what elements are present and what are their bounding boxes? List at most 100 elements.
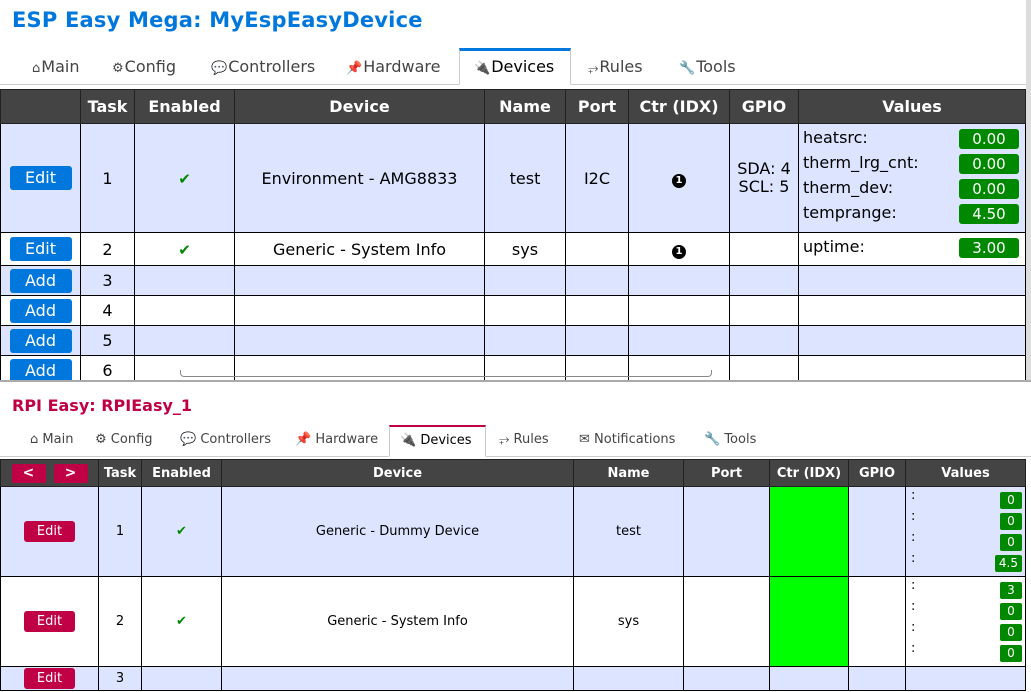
edit-button[interactable]: Edit [24,521,75,542]
pushpin-icon: 📌 [346,61,363,76]
enabled-cell: ✔ [134,232,235,266]
horizontal-scroll-track[interactable] [180,370,712,377]
edit-button[interactable]: Edit [9,237,72,261]
tab-hardware[interactable]: 📌 Hardware [285,425,388,456]
edit-button[interactable]: Edit [24,668,75,689]
tab-rules[interactable]: ⥅ Rules [489,425,559,456]
device-cell: Generic - System Info [234,232,485,266]
value-name: : [911,488,916,503]
check-icon: ✔ [176,614,187,629]
tab-label: Rules [513,432,549,447]
home-icon: ⌂ [32,61,41,76]
gpio-scl: SCL: 5 [738,177,790,196]
tab-label: Devices [420,433,472,448]
action-cell: Add [0,295,81,326]
tab-label: Config [110,432,153,447]
value-badge: 4.5 [994,555,1022,572]
edit-button[interactable]: Edit [9,166,72,190]
port-cell: I2C [565,123,629,233]
add-button[interactable]: Add [9,268,72,293]
value-row: :0 [909,488,1022,509]
value-row: :0 [909,599,1022,620]
add-button[interactable]: Add [9,298,72,323]
value-row: :0 [909,530,1022,551]
table-row: Edit 2 ✔ Generic - System Info sys :3 :0… [0,576,1026,667]
value-name: : [911,599,916,614]
tab-tools[interactable]: 🔧Tools [665,48,750,84]
action-cell: Add [0,265,81,296]
column-header-name: Name [484,89,566,124]
tab-hardware[interactable]: 📌Hardware [332,48,454,84]
name-cell: test [573,486,684,577]
table-row: Add 3 [0,265,1026,296]
tab-controllers[interactable]: 💬Controllers [197,48,329,84]
tab-config[interactable]: ⚙Config [98,48,190,84]
add-button[interactable]: Add [9,328,72,353]
task-cell: 2 [98,576,142,667]
tab-notifications[interactable]: ✉ Notifications [569,425,685,456]
edit-button[interactable]: Edit [24,611,75,632]
speech-bubble-icon: 💬 [180,432,197,447]
tab-label: Controllers [228,57,316,76]
column-header-ctr: Ctr (IDX) [769,459,849,487]
tab-label: Hardware [363,57,441,76]
port-cell [683,576,770,667]
port-cell [565,232,629,266]
tab-devices[interactable]: 🔌Devices [459,48,571,85]
value-badge: 0 [1000,645,1022,662]
tab-label: Devices [491,57,555,76]
gpio-cell [848,576,906,667]
gpio-cell [848,486,906,577]
value-name: therm_dev: [803,178,894,197]
envelope-icon: ✉ [579,432,590,447]
value-name: : [911,509,916,524]
tab-main[interactable]: ⌂ Main [20,425,83,456]
tab-devices[interactable]: 🔌 Devices [389,425,486,457]
pager-cell: < > [0,459,99,487]
ctr-cell [769,576,849,667]
value-row: therm_dev: 0.00 [803,176,1021,201]
gear-icon: ⚙ [95,432,107,447]
ctr-cell: 1 [628,232,730,266]
tab-config[interactable]: ⚙ Config [85,425,163,456]
table-row: Add 4 [0,295,1026,326]
value-row: :3 [909,578,1022,599]
value-name: uptime: [803,237,865,256]
value-name: therm_lrg_cnt: [803,153,919,172]
name-cell: test [484,123,566,233]
vertical-scrollbar[interactable] [1026,0,1031,380]
value-badge: 0 [1000,534,1022,551]
tab-label: Config [124,57,176,76]
home-icon: ⌂ [30,432,39,447]
tab-main[interactable]: ⌂Main [18,48,93,84]
rpi-tab-bar: ⌂ Main ⚙ Config 💬 Controllers 📌 Hardware… [0,425,1031,457]
column-header-task: Task [98,459,142,487]
arrow-icon: ⥅ [588,61,599,76]
table-row: Edit 1 ✔ Environment - AMG8833 test I2C … [0,123,1026,233]
wrench-icon: 🔧 [679,61,696,76]
tab-label: Main [41,57,80,76]
action-cell: Edit [0,486,99,577]
plug-icon: 🔌 [474,61,491,76]
value-badge: 0.00 [959,154,1019,174]
tab-controllers[interactable]: 💬 Controllers [170,425,281,456]
prev-page-button[interactable]: < [11,463,46,483]
enabled-cell: ✔ [141,486,222,577]
column-header-gpio: GPIO [848,459,906,487]
tab-rules[interactable]: ⥅Rules [574,48,657,84]
add-button[interactable]: Add [9,358,72,380]
tab-label: Tools [724,432,757,447]
ctr-cell: 1 [628,123,730,233]
page-title: ESP Easy Mega: MyEspEasyDevice [12,8,423,32]
value-badge: 0 [1000,513,1022,530]
value-badge: 4.50 [959,204,1019,224]
action-cell: Add [0,325,81,356]
values-cell: :0 :0 :0 :4.5 [905,486,1026,577]
value-badge: 0 [1000,603,1022,620]
ctr-cell [769,486,849,577]
next-page-button[interactable]: > [53,463,88,483]
value-badge: 0 [1000,624,1022,641]
tab-tools[interactable]: 🔧 Tools [694,425,766,456]
tab-label: Main [42,432,74,447]
controller-index-icon: 1 [672,245,686,259]
